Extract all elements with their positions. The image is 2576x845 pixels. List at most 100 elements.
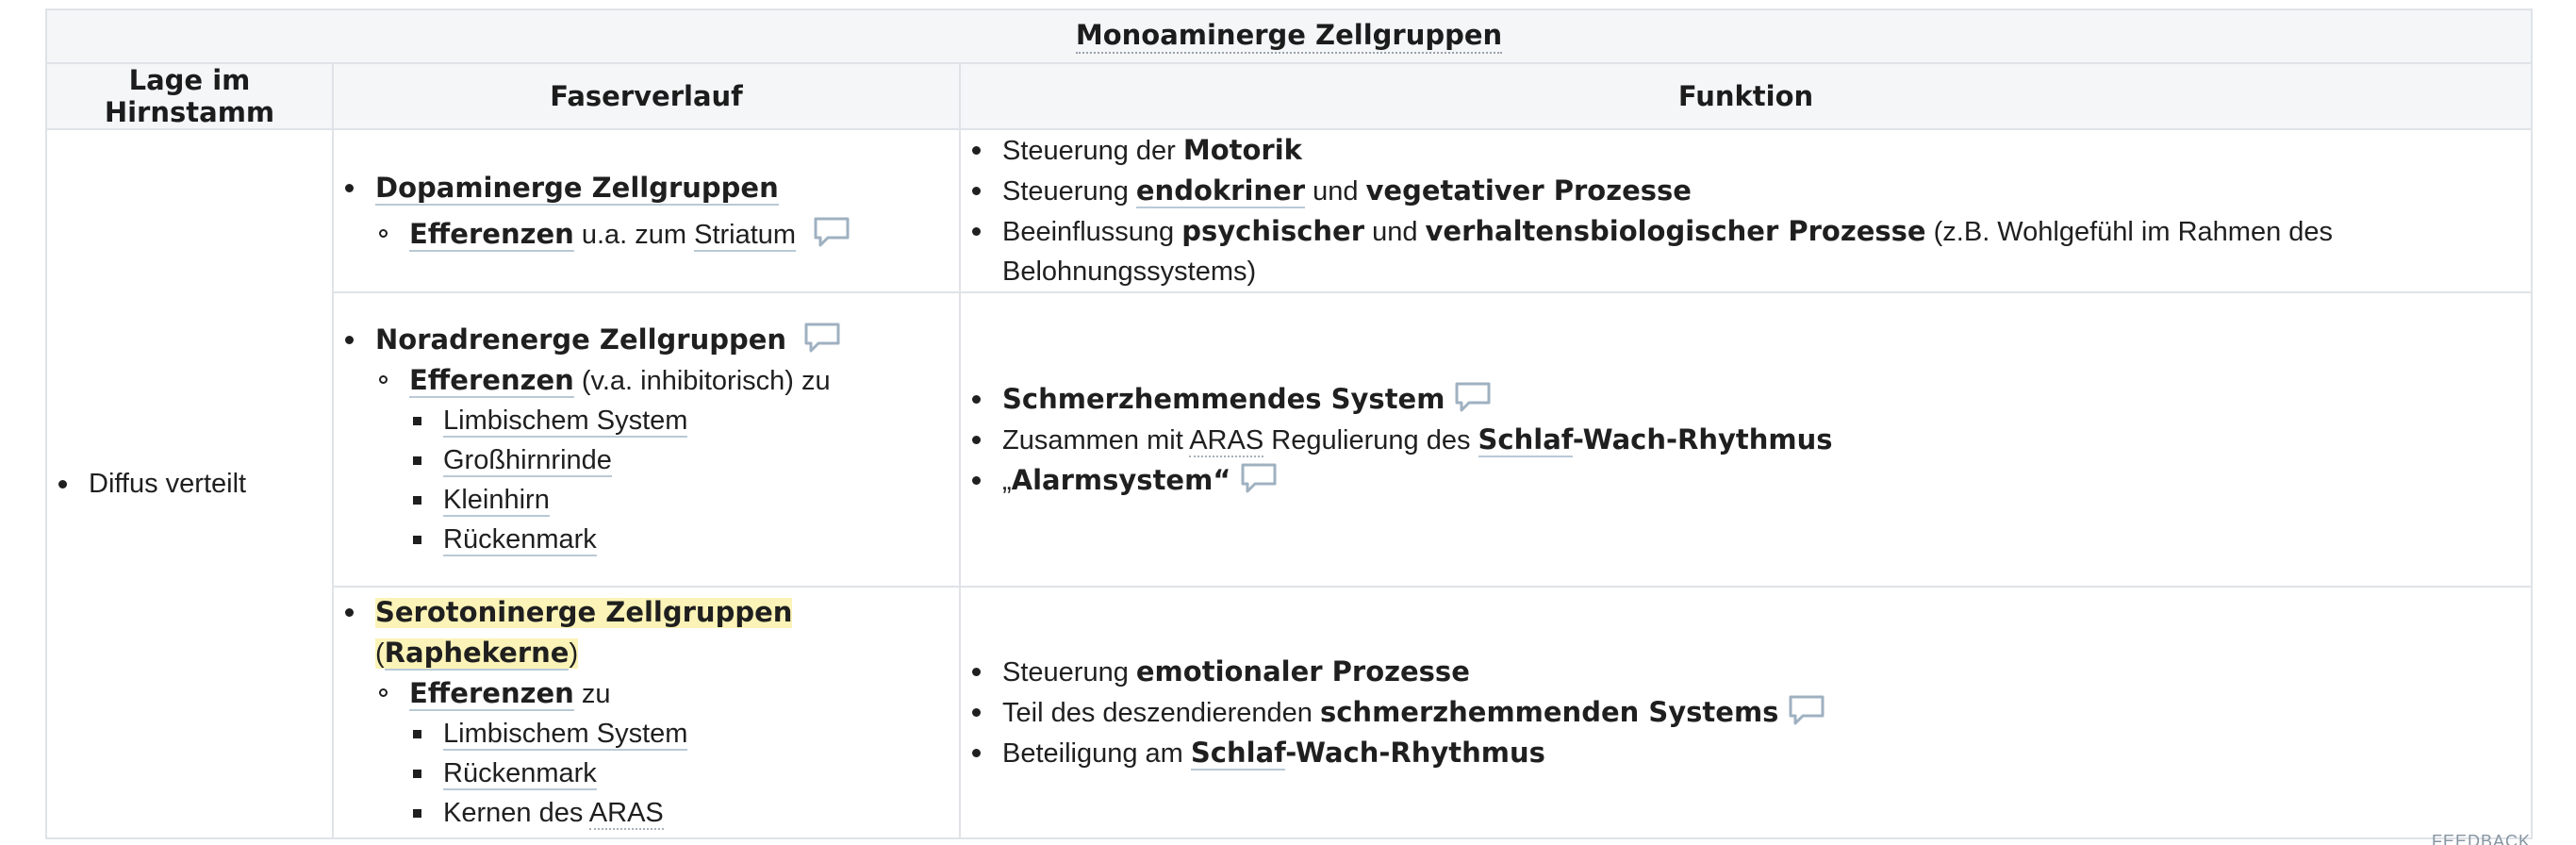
faser-list-noradren: Noradrenerge Zellgruppen Efferenzen (v.a… xyxy=(334,320,959,559)
bold-term: -Wach-Rhythmus xyxy=(1572,422,1833,456)
bold-term: verhaltensbiologischer Prozesse xyxy=(1425,215,1926,247)
list-item: Noradrenerge Zellgruppen Efferenzen (v.a… xyxy=(334,320,959,559)
funktion-list-noradren: Schmerzhemmendes System Zusammen mit ARA… xyxy=(961,379,2531,501)
bold-term: Alarmsystem xyxy=(1011,463,1214,496)
text-fragment: „ xyxy=(1002,465,1012,496)
aras-link[interactable]: ARAS xyxy=(588,798,664,830)
list-item: Rückenmark xyxy=(409,520,959,559)
raphekerne-link[interactable]: Raphekerne xyxy=(384,637,570,671)
list-item: Rückenmark xyxy=(409,754,959,793)
list-item: Beteiligung am Schlaf-Wach-Rhythmus xyxy=(961,733,2531,773)
faser-list-dopamin: Dopaminerge Zellgruppen Efferenzen u.a. … xyxy=(334,168,959,255)
text-fragment: (v.a. inhibitorisch) zu xyxy=(573,366,831,396)
list-item: Kleinhirn xyxy=(409,480,959,520)
header-funktion: Funktion xyxy=(958,62,2534,130)
text-fragment: Kernen des xyxy=(443,798,589,828)
sublist: Efferenzen u.a. zum Striatum xyxy=(375,214,959,255)
list-item: Beeinflussung psychischer und verhaltens… xyxy=(961,211,2531,291)
text-fragment: zu xyxy=(573,679,611,709)
bold-term: vegetativer Prozesse xyxy=(1365,174,1692,207)
text-fragment: und xyxy=(1305,176,1366,207)
bold-term: schmerzhemmenden Systems xyxy=(1319,696,1779,728)
list-item: Efferenzen zu Limbischem System Rückenma… xyxy=(375,673,959,833)
bold-term: -Wach-Rhythmus xyxy=(1285,737,1545,769)
serot-group: Serotoninerge Zellgruppen xyxy=(375,596,793,628)
funktion-cell-dopamin: Steuerung der Motorik Steuerung endokrin… xyxy=(958,128,2534,293)
efferenzen-link[interactable]: Efferenzen xyxy=(409,364,574,398)
header-funktion-label: Funktion xyxy=(1677,80,1814,112)
list-item: Zusammen mit ARAS Regulierung des Schlaf… xyxy=(961,420,2531,460)
text-fragment: Beteiligung am xyxy=(1002,738,1191,769)
table-row: Noradrenerge Zellgruppen Efferenzen (v.a… xyxy=(46,291,2534,588)
efferenzen-link[interactable]: Efferenzen xyxy=(409,217,574,252)
funktion-list-dopamin: Steuerung der Motorik Steuerung endokrin… xyxy=(961,130,2531,291)
header-lage: Lage im Hirnstamm xyxy=(45,62,334,130)
sublist: Efferenzen (v.a. inhibitorisch) zu Limbi… xyxy=(375,360,959,559)
target-list: Limbischem System Großhirnrinde Kleinhir… xyxy=(409,401,959,559)
text-fragment: u.a. zum xyxy=(573,219,695,250)
table-row: Serotoninerge Zellgruppen (Raphekerne) E… xyxy=(46,586,2534,839)
text-fragment: ) xyxy=(569,638,579,669)
text-fragment: Steuerung xyxy=(1002,176,1136,207)
comment-icon[interactable] xyxy=(1788,694,1825,726)
header-lage-label: Lage im Hirnstamm xyxy=(104,64,275,128)
endokriner-link[interactable]: endokriner xyxy=(1135,174,1306,208)
faser-cell-serot: Serotoninerge Zellgruppen (Raphekerne) E… xyxy=(332,586,961,839)
list-item: Dopaminerge Zellgruppen Efferenzen u.a. … xyxy=(334,168,959,255)
target-link[interactable]: Großhirnrinde xyxy=(443,445,612,477)
text-fragment: Beeinflussung xyxy=(1002,217,1182,247)
list-item: Steuerung endokriner und vegetativer Pro… xyxy=(961,171,2531,211)
text-fragment: und xyxy=(1364,217,1426,247)
faser-list-serot: Serotoninerge Zellgruppen (Raphekerne) E… xyxy=(334,592,959,833)
bold-term: emotionaler Prozesse xyxy=(1135,655,1470,688)
monoamine-table-container: Monoaminerge Zellgruppen Lage im Hirnsta… xyxy=(44,8,2534,839)
lage-list: Diffus verteilt xyxy=(47,464,332,504)
text-fragment: Steuerung xyxy=(1002,657,1136,688)
striatum-link[interactable]: Striatum xyxy=(694,219,797,252)
list-item: Serotoninerge Zellgruppen (Raphekerne) E… xyxy=(334,592,959,833)
list-item: Limbischem System xyxy=(409,714,959,754)
text-fragment: Steuerung der xyxy=(1002,136,1183,166)
target-link[interactable]: Limbischem System xyxy=(443,406,688,438)
efferenzen-link[interactable]: Efferenzen xyxy=(409,677,574,711)
dopamin-group-link[interactable]: Dopaminerge Zellgruppen xyxy=(375,171,779,206)
monoamine-table: Monoaminerge Zellgruppen Lage im Hirnsta… xyxy=(44,8,2534,839)
header-faser-label: Faserverlauf xyxy=(550,80,743,112)
feedback-link[interactable]: FEEDBACK xyxy=(2432,832,2531,845)
target-link[interactable]: Limbischem System xyxy=(443,719,688,751)
list-item: Diffus verteilt xyxy=(47,464,332,504)
list-item: „Alarmsystem“ xyxy=(961,460,2531,501)
text-fragment: Zusammen mit xyxy=(1002,424,1190,456)
aras-link[interactable]: ARAS xyxy=(1189,424,1264,457)
text-fragment: “ xyxy=(1213,463,1231,496)
comment-icon[interactable] xyxy=(813,216,850,248)
target-link[interactable]: Rückenmark xyxy=(443,758,597,790)
bold-term: psychischer xyxy=(1181,215,1365,247)
table-row: Diffus verteilt Dopaminerge Zellgruppen … xyxy=(45,128,2534,839)
text-fragment: Teil des deszendierenden xyxy=(1002,698,1320,728)
comment-icon[interactable] xyxy=(1454,381,1492,413)
target-link[interactable]: Kleinhirn xyxy=(443,485,550,517)
faser-cell-dopamin: Dopaminerge Zellgruppen Efferenzen u.a. … xyxy=(332,128,961,293)
list-item: Teil des deszendierenden schmerzhemmende… xyxy=(961,692,2531,733)
list-item: Großhirnrinde xyxy=(409,440,959,480)
list-item: Schmerzhemmendes System xyxy=(961,379,2531,420)
sublist: Efferenzen zu Limbischem System Rückenma… xyxy=(375,673,959,833)
table-title-cell: Monoaminerge Zellgruppen xyxy=(44,8,2534,64)
list-item: Kernen des ARAS xyxy=(409,793,959,833)
lage-value: Diffus verteilt xyxy=(89,469,247,499)
funktion-list-serot: Steuerung emotionaler Prozesse Teil des … xyxy=(961,652,2531,773)
target-list: Limbischem System Rückenmark Kernen des … xyxy=(409,714,959,833)
table-title[interactable]: Monoaminerge Zellgruppen xyxy=(1075,19,1503,54)
target-link[interactable]: Rückenmark xyxy=(443,524,597,556)
comment-icon[interactable] xyxy=(1240,462,1278,494)
schlaf-link[interactable]: Schlaf xyxy=(1190,737,1286,770)
header-faser: Faserverlauf xyxy=(332,62,961,130)
funktion-cell-serot: Steuerung emotionaler Prozesse Teil des … xyxy=(958,586,2534,839)
bold-term: Motorik xyxy=(1182,134,1302,166)
schlaf-link[interactable]: Schlaf xyxy=(1478,422,1573,457)
list-item: Efferenzen u.a. zum Striatum xyxy=(375,214,959,255)
list-item: Limbischem System xyxy=(409,401,959,440)
funktion-cell-noradren: Schmerzhemmendes System Zusammen mit ARA… xyxy=(958,291,2534,588)
comment-icon[interactable] xyxy=(803,322,841,354)
